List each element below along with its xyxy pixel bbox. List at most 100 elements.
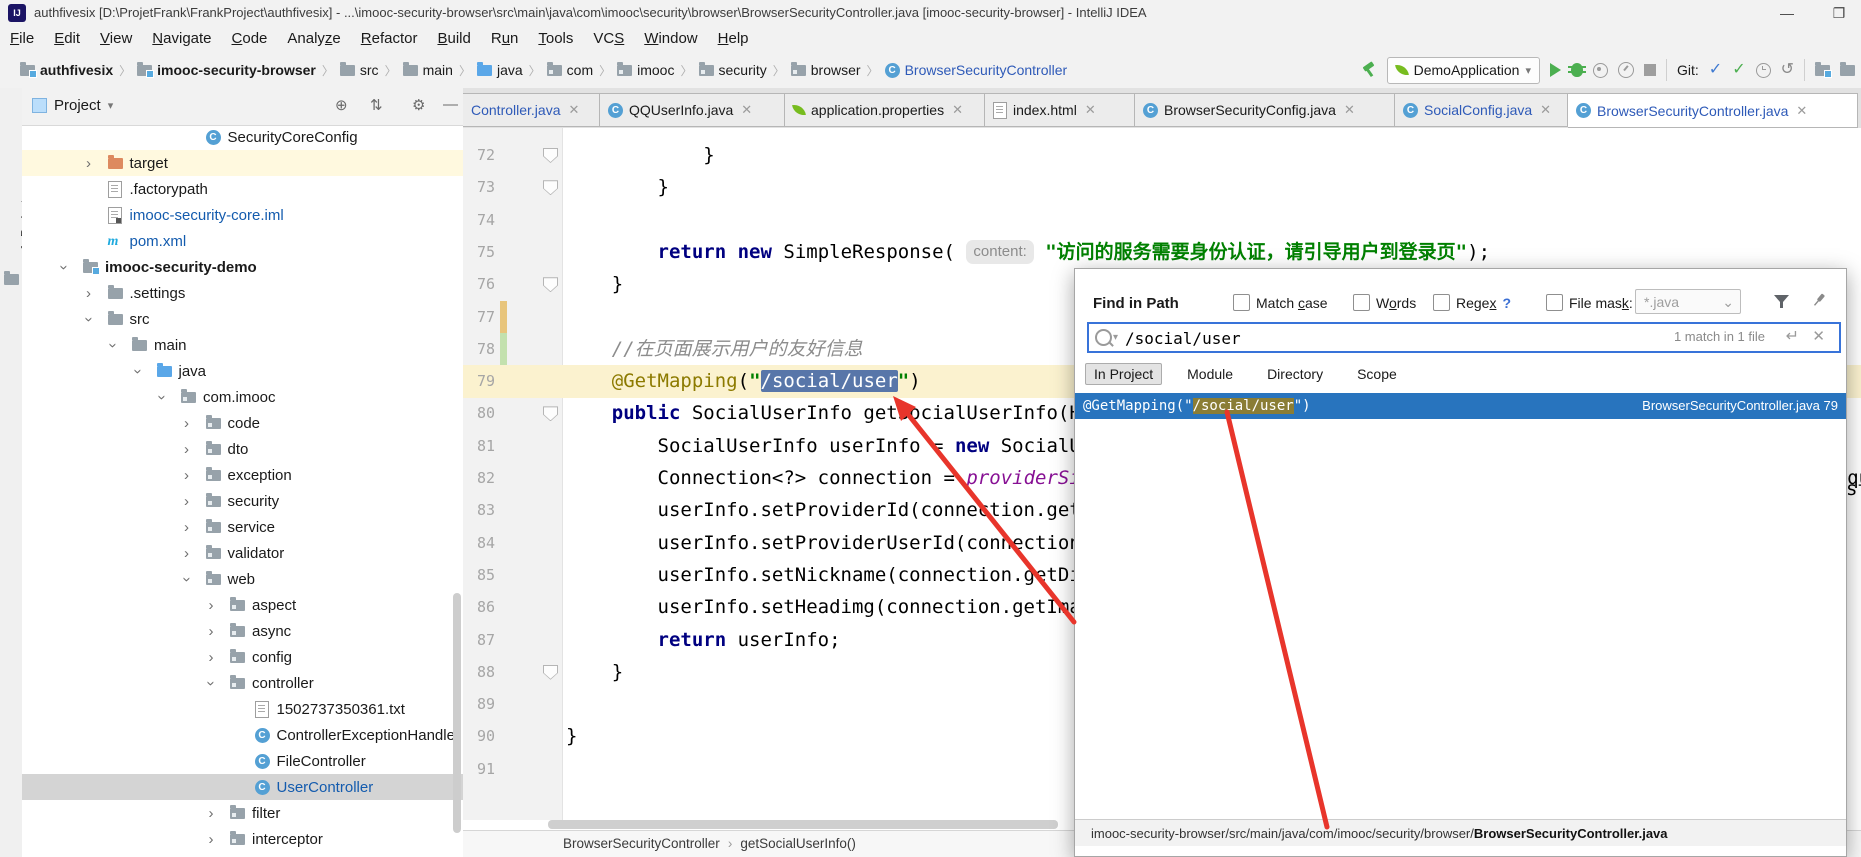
run-with-coverage-icon[interactable] [1593,62,1608,78]
editor-tab-browsersecurityconfig.java[interactable]: C BrowserSecurityConfig.java ✕ [1135,93,1395,127]
tree-item-java[interactable]: › java [22,358,463,384]
menu-item-refactor[interactable]: Refactor [351,26,428,51]
fold-marker-icon[interactable] [543,277,558,293]
checkbox[interactable] [1233,294,1250,311]
chevron-right-icon[interactable]: › [204,649,218,666]
tree-item-src[interactable]: › src [22,306,463,332]
tree-item-1502737350361.txt[interactable]: 1502737350361.txt [22,696,463,722]
chevron-down-icon[interactable]: › [129,364,146,378]
tree-item-filecontroller[interactable]: C FileController [22,748,463,774]
tree-item-web[interactable]: › web [22,566,463,592]
chevron-down-icon[interactable]: › [80,312,97,326]
stop-button[interactable] [1644,64,1656,76]
clear-search-icon[interactable]: ✕ [1812,327,1825,345]
project-structure-icon[interactable] [1815,61,1832,78]
fold-marker-icon[interactable] [543,148,558,163]
chevron-down-icon[interactable]: › [203,676,220,690]
breadcrumb-item-com[interactable]: com [545,61,595,78]
fold-marker-icon[interactable] [543,180,558,196]
tree-item-dto[interactable]: › dto [22,436,463,462]
debug-button[interactable] [1568,63,1586,77]
close-tab-icon[interactable]: ✕ [1540,102,1551,118]
chevron-right-icon[interactable]: › [204,597,218,614]
close-tab-icon[interactable]: ✕ [952,102,963,118]
tree-item-aspect[interactable]: › aspect [22,592,463,618]
filter-icon[interactable] [1773,293,1790,310]
chevron-right-icon[interactable]: › [180,493,194,510]
breadcrumb-item-java[interactable]: java [475,61,525,78]
editor-tab-application.properties[interactable]: application.properties ✕ [785,93,985,127]
editor-horizontal-scrollbar[interactable] [548,820,1058,829]
run-button[interactable] [1550,63,1561,77]
option-regex[interactable]: Regex? [1433,294,1511,311]
code-line-72[interactable]: 72 } [463,139,1861,172]
close-tab-icon[interactable]: ✕ [1796,103,1807,119]
checkbox[interactable] [1433,294,1450,311]
menu-item-help[interactable]: Help [708,26,759,51]
close-tab-icon[interactable]: ✕ [1085,102,1096,118]
project-tree-scrollbar[interactable] [453,593,461,833]
option-file-mask-[interactable]: File mask: [1546,294,1633,311]
tree-item-async[interactable]: › async [22,618,463,644]
breadcrumb-method[interactable]: getSocialUserInfo() [740,836,856,851]
menu-item-build[interactable]: Build [427,26,480,51]
tree-item-security[interactable]: › security [22,488,463,514]
chevron-right-icon[interactable]: › [82,285,96,302]
chevron-right-icon[interactable]: › [180,415,194,432]
tree-item-securitycoreconfig[interactable]: C SecurityCoreConfig [22,125,463,150]
search-result-row[interactable]: @GetMapping("/social/user") BrowserSecur… [1075,393,1846,419]
collapse-all-icon[interactable]: ⇅ [370,96,383,114]
tree-item-controller[interactable]: › controller [22,670,463,696]
menu-item-analyze[interactable]: Analyze [277,26,350,51]
pin-icon[interactable] [1811,292,1827,308]
menu-item-window[interactable]: Window [634,26,707,51]
chevron-down-icon[interactable]: › [154,390,171,404]
run-configuration-select[interactable]: DemoApplication ▾ [1386,56,1540,84]
code-line-74[interactable]: 74 [463,204,1861,237]
file-mask-select[interactable]: *.java ⌄ [1635,289,1741,314]
tree-item-validator[interactable]: › validator [22,540,463,566]
chevron-right-icon[interactable]: › [180,467,194,484]
menu-item-code[interactable]: Code [222,26,278,51]
option-words[interactable]: Words [1353,294,1416,311]
editor-tab-qquserinfo.java[interactable]: C QQUserInfo.java ✕ [600,93,785,127]
tree-item-exception[interactable]: › exception [22,462,463,488]
tool-window-tab-project[interactable]: 1: Project [0,200,32,251]
breadcrumb-class[interactable]: BrowserSecurityController [563,836,720,851]
locate-file-icon[interactable]: ⊕ [335,96,348,114]
scope-tab-module[interactable]: Module [1178,363,1242,385]
settings-folder-icon[interactable] [1840,61,1855,76]
history-icon[interactable] [1755,62,1771,78]
chevron-right-icon[interactable]: › [180,441,194,458]
build-project-icon[interactable] [1361,62,1377,78]
breadcrumb-item-security[interactable]: security [697,61,769,78]
chevron-right-icon[interactable]: › [204,623,218,640]
breadcrumb-item-main[interactable]: main [401,61,455,78]
code-line-75[interactable]: 75 return new SimpleResponse( content: "… [463,236,1861,269]
breadcrumb-item-authfivesix[interactable]: authfivesix [18,61,115,78]
project-panel-title[interactable]: Project ▾ [32,97,113,114]
chevron-right-icon[interactable]: › [180,519,194,536]
tree-item-interceptor[interactable]: › interceptor [22,826,463,852]
menu-item-tools[interactable]: Tools [528,26,583,51]
menu-item-file[interactable]: File [0,26,44,51]
menu-item-view[interactable]: View [90,26,142,51]
chevron-right-icon[interactable]: › [180,545,194,562]
option-match-case[interactable]: Match case [1233,294,1328,311]
close-tab-icon[interactable]: ✕ [569,102,580,118]
checkbox[interactable] [1546,294,1563,311]
code-line-73[interactable]: 73 } [463,171,1861,204]
breadcrumb-item-browsersecuritycontroller[interactable]: C BrowserSecurityController [883,62,1070,78]
editor-tab-browsersecuritycontroller.java[interactable]: C BrowserSecurityController.java ✕ [1568,93,1858,128]
tree-item-imooc-security-demo[interactable]: › imooc-security-demo [22,254,463,280]
breadcrumb-item-imooc-security-browser[interactable]: imooc-security-browser [135,61,318,78]
breadcrumb-item-src[interactable]: src [338,61,381,78]
tool-window-tab-structure[interactable]: Z: Structure [0,714,38,777]
fold-marker-icon[interactable] [543,406,558,422]
gear-icon[interactable]: ⚙ [412,96,425,114]
tree-item-config[interactable]: › config [22,644,463,670]
tree-item-com.imooc[interactable]: › com.imooc [22,384,463,410]
chevron-down-icon[interactable]: › [105,338,122,352]
tree-item-code[interactable]: › code [22,410,463,436]
tree-item-main[interactable]: › main [22,332,463,358]
